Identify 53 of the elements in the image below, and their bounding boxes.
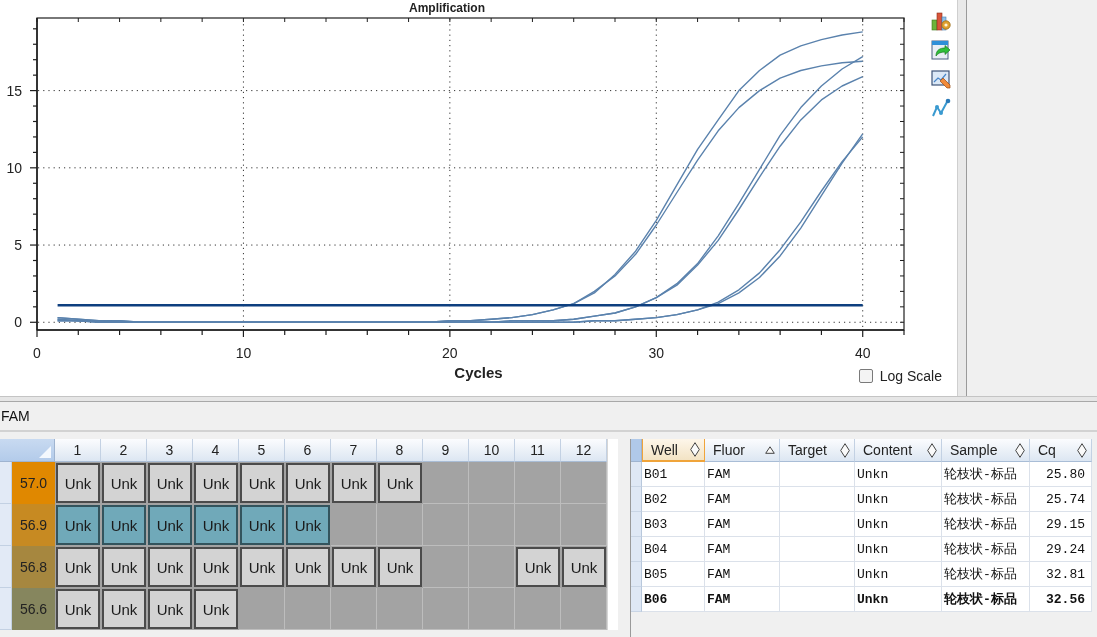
table-cell: Unkn xyxy=(855,587,942,612)
x-axis-title: Cycles xyxy=(454,363,503,381)
column-header-label: Content xyxy=(863,442,913,458)
table-cell: 32.81 xyxy=(1030,562,1092,587)
column-header-label: Fluor xyxy=(713,442,745,458)
table-cell: 轮枝状-标品 xyxy=(942,587,1030,612)
table-cell: 29.24 xyxy=(1030,537,1092,562)
x-tick-label: 20 xyxy=(442,345,458,361)
temperature-cell: 56.6 xyxy=(12,588,55,630)
table-cell: B04 xyxy=(642,537,705,562)
table-cell: 32.56 xyxy=(1030,587,1092,612)
temperature-cell: 56.8 xyxy=(12,546,55,588)
temperature-cell: 57.0 xyxy=(12,462,55,504)
table-cell: 轮枝状-标品 xyxy=(942,512,1030,537)
x-tick-label: 10 xyxy=(235,345,252,361)
column-header-label: Well xyxy=(651,441,678,458)
table-cell: Unkn xyxy=(855,512,942,537)
table-cell: Unkn xyxy=(855,537,942,562)
table-cell: 25.74 xyxy=(1030,487,1092,512)
table-cell: Unkn xyxy=(855,487,942,512)
column-header-label: Target xyxy=(788,442,827,458)
fluorophore-label: FAM xyxy=(1,408,30,424)
table-cell: B06 xyxy=(642,587,705,612)
table-cell: 25.80 xyxy=(1030,462,1092,487)
log-scale-label: Log Scale xyxy=(879,368,942,384)
table-cell: 轮枝状-标品 xyxy=(942,562,1030,587)
x-tick-label: 0 xyxy=(33,345,41,361)
x-tick-label: 30 xyxy=(648,345,665,361)
column-header-label: Cq xyxy=(1038,442,1056,458)
table-cell: 29.15 xyxy=(1030,512,1092,537)
table-cell: 轮枝状-标品 xyxy=(942,462,1030,487)
y-tick-label: 0 xyxy=(14,314,22,331)
table-cell: 轮枝状-标品 xyxy=(942,537,1030,562)
y-tick-label: 5 xyxy=(14,237,22,254)
table-cell: Unkn xyxy=(855,562,942,587)
y-tick-label: 15 xyxy=(6,82,22,99)
table-cell: FAM xyxy=(705,487,780,512)
table-cell: B01 xyxy=(642,462,705,487)
table-cell: 轮枝状-标品 xyxy=(942,487,1030,512)
chart-title: Amplification xyxy=(409,1,485,15)
table-cell: Unkn xyxy=(855,462,942,487)
temperature-cell: 56.9 xyxy=(12,504,55,546)
table-cell: FAM xyxy=(705,462,780,487)
column-header-label: Sample xyxy=(950,442,998,458)
x-tick-label: 40 xyxy=(854,345,871,361)
table-cell: FAM xyxy=(705,537,780,562)
table-cell: FAM xyxy=(705,512,780,537)
table-cell: B02 xyxy=(642,487,705,512)
y-tick-label: 10 xyxy=(6,159,22,176)
table-cell: B05 xyxy=(642,562,705,587)
table-cell: B03 xyxy=(642,512,705,537)
table-cell: FAM xyxy=(705,562,780,587)
table-cell: FAM xyxy=(705,587,780,612)
